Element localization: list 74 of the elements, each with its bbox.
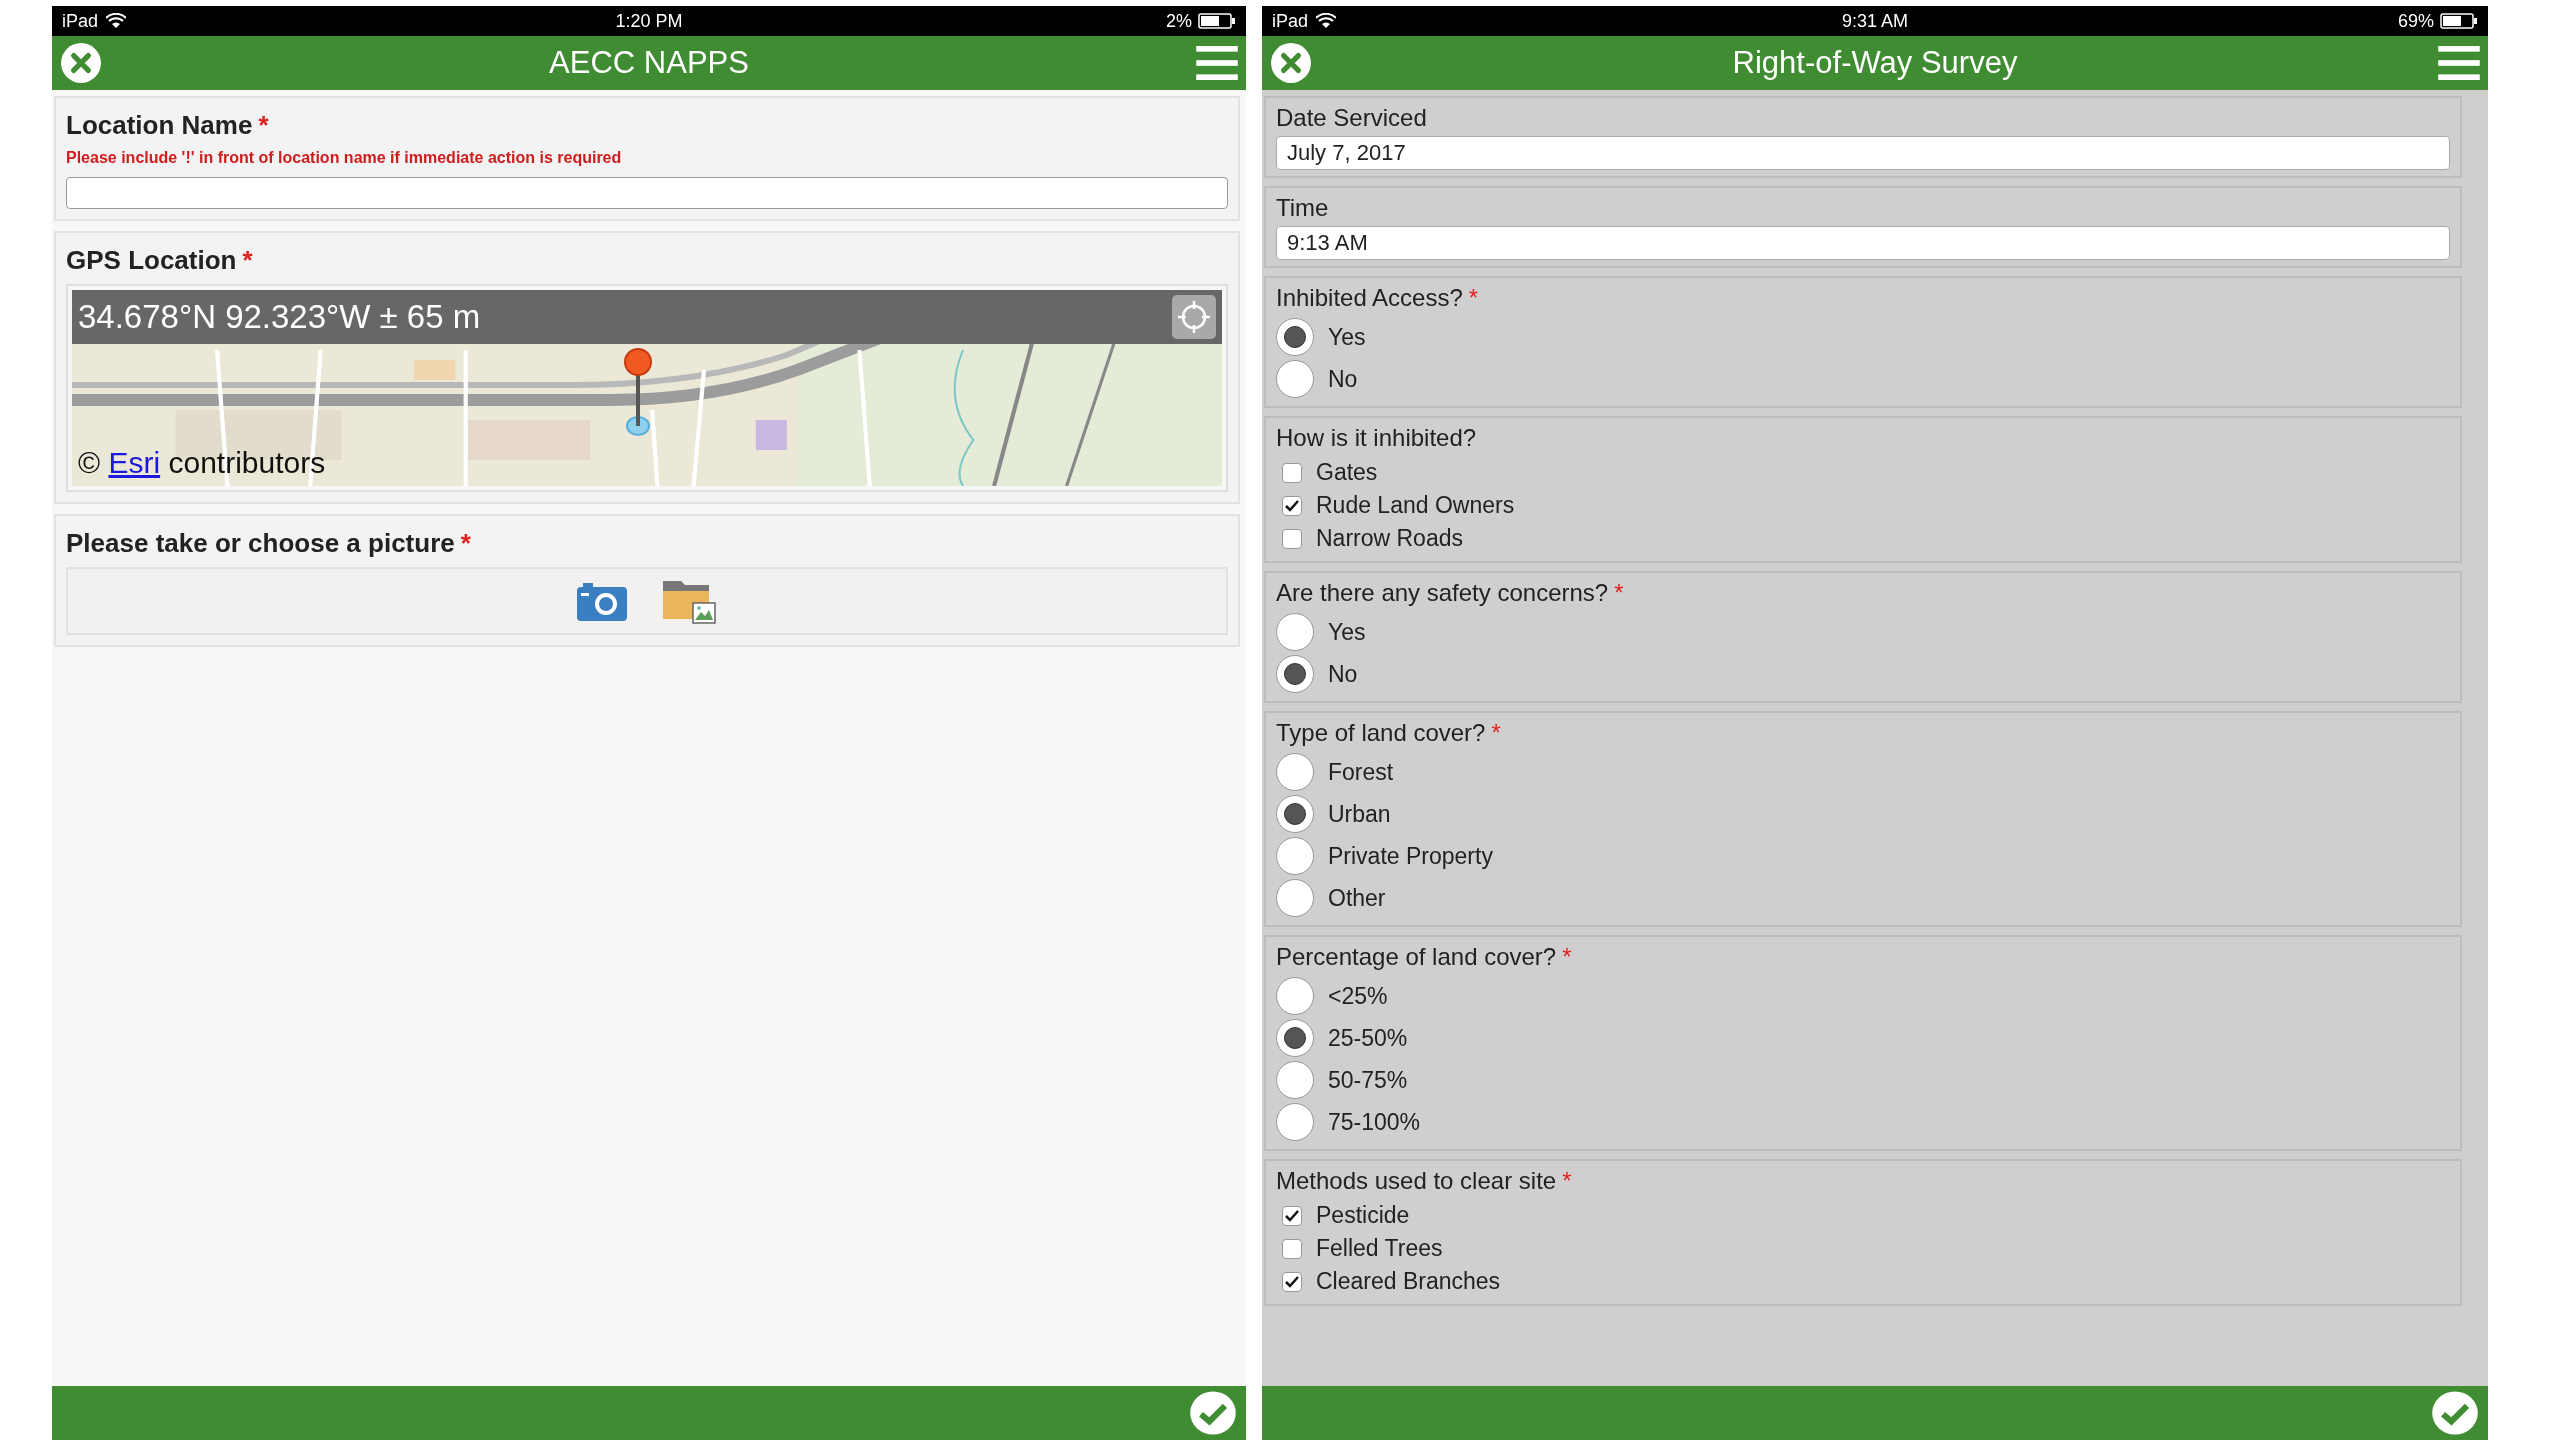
- device-name: iPad: [1272, 10, 1309, 32]
- field-label: Percentage of land cover? *: [1276, 943, 1573, 971]
- field-label: Methods used to clear site *: [1276, 1167, 1573, 1195]
- option-label: Cleared Branches: [1316, 1268, 1501, 1295]
- radio-button[interactable]: [1276, 655, 1314, 693]
- checkbox[interactable]: [1282, 495, 1302, 516]
- close-icon[interactable]: [60, 42, 102, 84]
- menu-icon[interactable]: [2438, 46, 2480, 80]
- battery-percent: 69%: [2398, 10, 2434, 32]
- option-label: Gates: [1316, 459, 1378, 486]
- checkbox[interactable]: [1282, 462, 1302, 483]
- battery-icon: [1198, 13, 1236, 29]
- option-label: Other: [1328, 884, 1386, 912]
- map-attribution: © Esri contributors: [78, 446, 326, 480]
- option-label: Rude Land Owners: [1316, 492, 1515, 519]
- checkbox[interactable]: [1282, 1271, 1302, 1292]
- submit-check-icon[interactable]: [1188, 1389, 1238, 1437]
- radio-button[interactable]: [1276, 360, 1314, 398]
- radio-button[interactable]: [1276, 1103, 1314, 1141]
- crosshair-icon[interactable]: [1172, 295, 1216, 339]
- battery-percent: 2%: [1166, 10, 1192, 32]
- option-label: No: [1328, 365, 1358, 393]
- input-field[interactable]: [66, 177, 1228, 209]
- clock: 1:20 PM: [615, 10, 683, 32]
- option-label: Forest: [1328, 758, 1394, 786]
- option-label: No: [1328, 660, 1358, 688]
- option-label: 75-100%: [1328, 1108, 1421, 1136]
- radio-button[interactable]: [1276, 753, 1314, 791]
- device-name: iPad: [62, 10, 99, 32]
- field-label: Please take or choose a picture *: [66, 528, 472, 559]
- field-label: Are there any safety concerns? *: [1276, 579, 1625, 607]
- attribution-link[interactable]: Esri: [108, 446, 161, 479]
- radio-button[interactable]: [1276, 795, 1314, 833]
- option-label: Narrow Roads: [1316, 525, 1463, 552]
- field-label: Location Name *: [66, 110, 270, 141]
- option-label: Private Property: [1328, 842, 1493, 870]
- wifi-icon: [1316, 13, 1337, 29]
- wifi-icon: [106, 13, 127, 29]
- option-label: Yes: [1328, 618, 1366, 646]
- radio-button[interactable]: [1276, 1061, 1314, 1099]
- option-label: Felled Trees: [1316, 1235, 1443, 1262]
- field-label: Type of land cover? *: [1276, 719, 1502, 747]
- option-label: 25-50%: [1328, 1024, 1408, 1052]
- screen-title: Right-of-Way Survey: [1731, 45, 2019, 81]
- radio-button[interactable]: [1276, 1019, 1314, 1057]
- checkbox[interactable]: [1282, 1205, 1302, 1226]
- checkbox[interactable]: [1282, 528, 1302, 549]
- close-icon[interactable]: [1270, 42, 1312, 84]
- input-field[interactable]: 9:13 AM: [1276, 226, 2450, 260]
- field-label: Time: [1276, 194, 1330, 222]
- checkbox[interactable]: [1282, 1238, 1302, 1259]
- option-label: Urban: [1328, 800, 1391, 828]
- field-label: Inhibited Access? *: [1276, 284, 1480, 312]
- option-label: 50-75%: [1328, 1066, 1408, 1094]
- input-field[interactable]: July 7, 2017: [1276, 136, 2450, 170]
- option-label: Yes: [1328, 323, 1366, 351]
- field-label: GPS Location *: [66, 245, 254, 276]
- screen-title: AECC NAPPS: [548, 45, 750, 81]
- field-label: How is it inhibited?: [1276, 424, 1478, 452]
- radio-button[interactable]: [1276, 977, 1314, 1015]
- battery-icon: [2440, 13, 2478, 29]
- menu-icon[interactable]: [1196, 46, 1238, 80]
- camera-icon[interactable]: [577, 581, 627, 621]
- clock: 9:31 AM: [1842, 10, 1909, 32]
- radio-button[interactable]: [1276, 837, 1314, 875]
- field-label: Date Serviced: [1276, 104, 1428, 132]
- radio-button[interactable]: [1276, 613, 1314, 651]
- option-label: <25%: [1328, 982, 1388, 1010]
- coordinates-text: 34.678°N 92.323°W ± 65 m: [78, 298, 482, 336]
- option-label: Pesticide: [1316, 1202, 1410, 1229]
- radio-button[interactable]: [1276, 318, 1314, 356]
- submit-check-icon[interactable]: [2430, 1389, 2480, 1437]
- hint-text: Please include '!' in front of location name if immediate action is required: [66, 149, 623, 167]
- radio-button[interactable]: [1276, 879, 1314, 917]
